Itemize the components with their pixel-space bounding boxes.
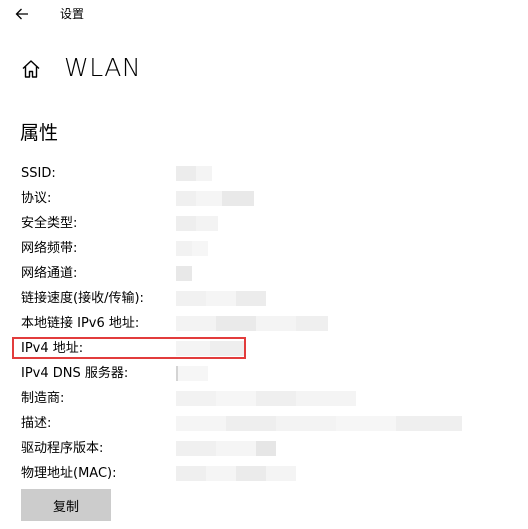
window-title: 设置 (60, 7, 85, 21)
section-title: 属性 (20, 122, 59, 144)
label-manufacturer: 制造商: (21, 391, 65, 406)
label-description: 描述: (21, 416, 52, 431)
back-arrow-icon (15, 8, 28, 20)
page-title: WLAN (64, 53, 142, 82)
label-network-channel: 网络通道: (21, 266, 78, 281)
label-protocol: 协议: (21, 191, 52, 206)
label-mac-address: 物理地址(MAC): (21, 466, 117, 481)
home-icon[interactable] (21, 59, 41, 79)
label-driver-version: 驱动程序版本: (21, 441, 104, 456)
label-link-speed: 链接速度(接收/传输): (21, 291, 144, 306)
label-security-type: 安全类型: (21, 216, 78, 231)
label-ipv4-dns: IPv4 DNS 服务器: (21, 366, 129, 381)
ipv4-highlight-box (12, 337, 246, 359)
label-ipv6-address: 本地链接 IPv6 地址: (21, 316, 140, 331)
label-network-band: 网络频带: (21, 241, 78, 256)
settings-window: 设置 WLAN 属性 SSID: 协议: 安全类型: 网络频带: 网络通道: 链… (0, 0, 528, 529)
copy-button[interactable]: 复制 (21, 489, 111, 521)
back-button[interactable] (8, 2, 36, 26)
label-ssid: SSID: (21, 166, 56, 181)
